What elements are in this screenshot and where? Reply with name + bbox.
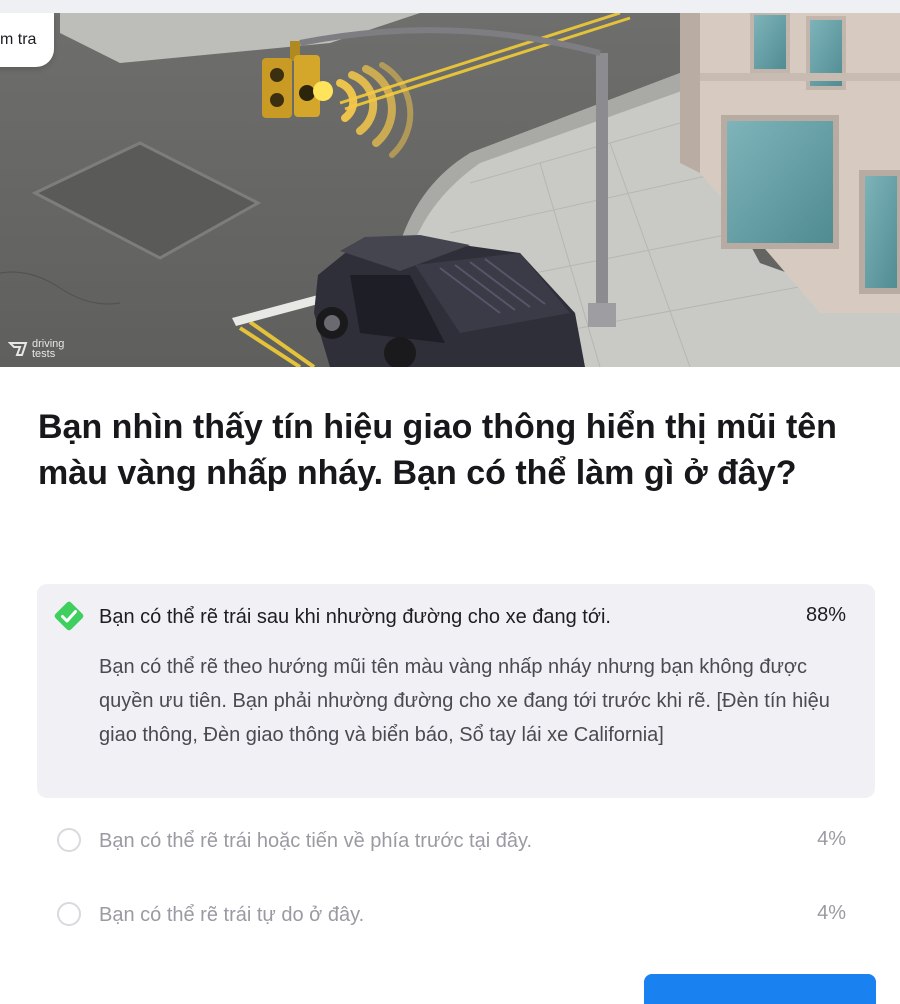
answer-option-3-label[interactable]: Bạn có thể rẽ trái tự do ở đây. (99, 902, 364, 928)
top-strip (0, 0, 900, 13)
answer-option-3-radio[interactable] (57, 902, 81, 926)
drivingtests-watermark: driving tests (8, 339, 76, 360)
answer-option-1-percent: 88% (805, 604, 846, 626)
question-illustration: m tra driving tests (0, 13, 900, 367)
answer-option-2-label[interactable]: Bạn có thể rẽ trái hoặc tiến về phía trư… (99, 828, 532, 854)
answer-explanation: Bạn có thể rẽ theo hướng mũi tên màu vàn… (99, 656, 830, 746)
answer-option-2-radio[interactable] (57, 828, 81, 852)
next-button[interactable] (644, 974, 876, 1004)
answer-option-3-percent: 4% (817, 902, 846, 924)
check-mode-pill[interactable]: m tra (0, 13, 55, 67)
question-title: Bạn nhìn thấy tín hiệu giao thông hiển t… (38, 408, 837, 492)
check-mode-label: m tra (0, 31, 37, 48)
check-diamond-icon (54, 601, 84, 631)
intersection-image (0, 13, 900, 367)
answer-option-2-percent: 4% (817, 828, 846, 850)
drivingtests-logo-icon (8, 342, 28, 356)
watermark-line2: tests (32, 348, 56, 360)
watermark-text: driving tests (32, 339, 76, 360)
answer-option-1-label[interactable]: Bạn có thể rẽ trái sau khi nhường đường … (99, 604, 611, 630)
